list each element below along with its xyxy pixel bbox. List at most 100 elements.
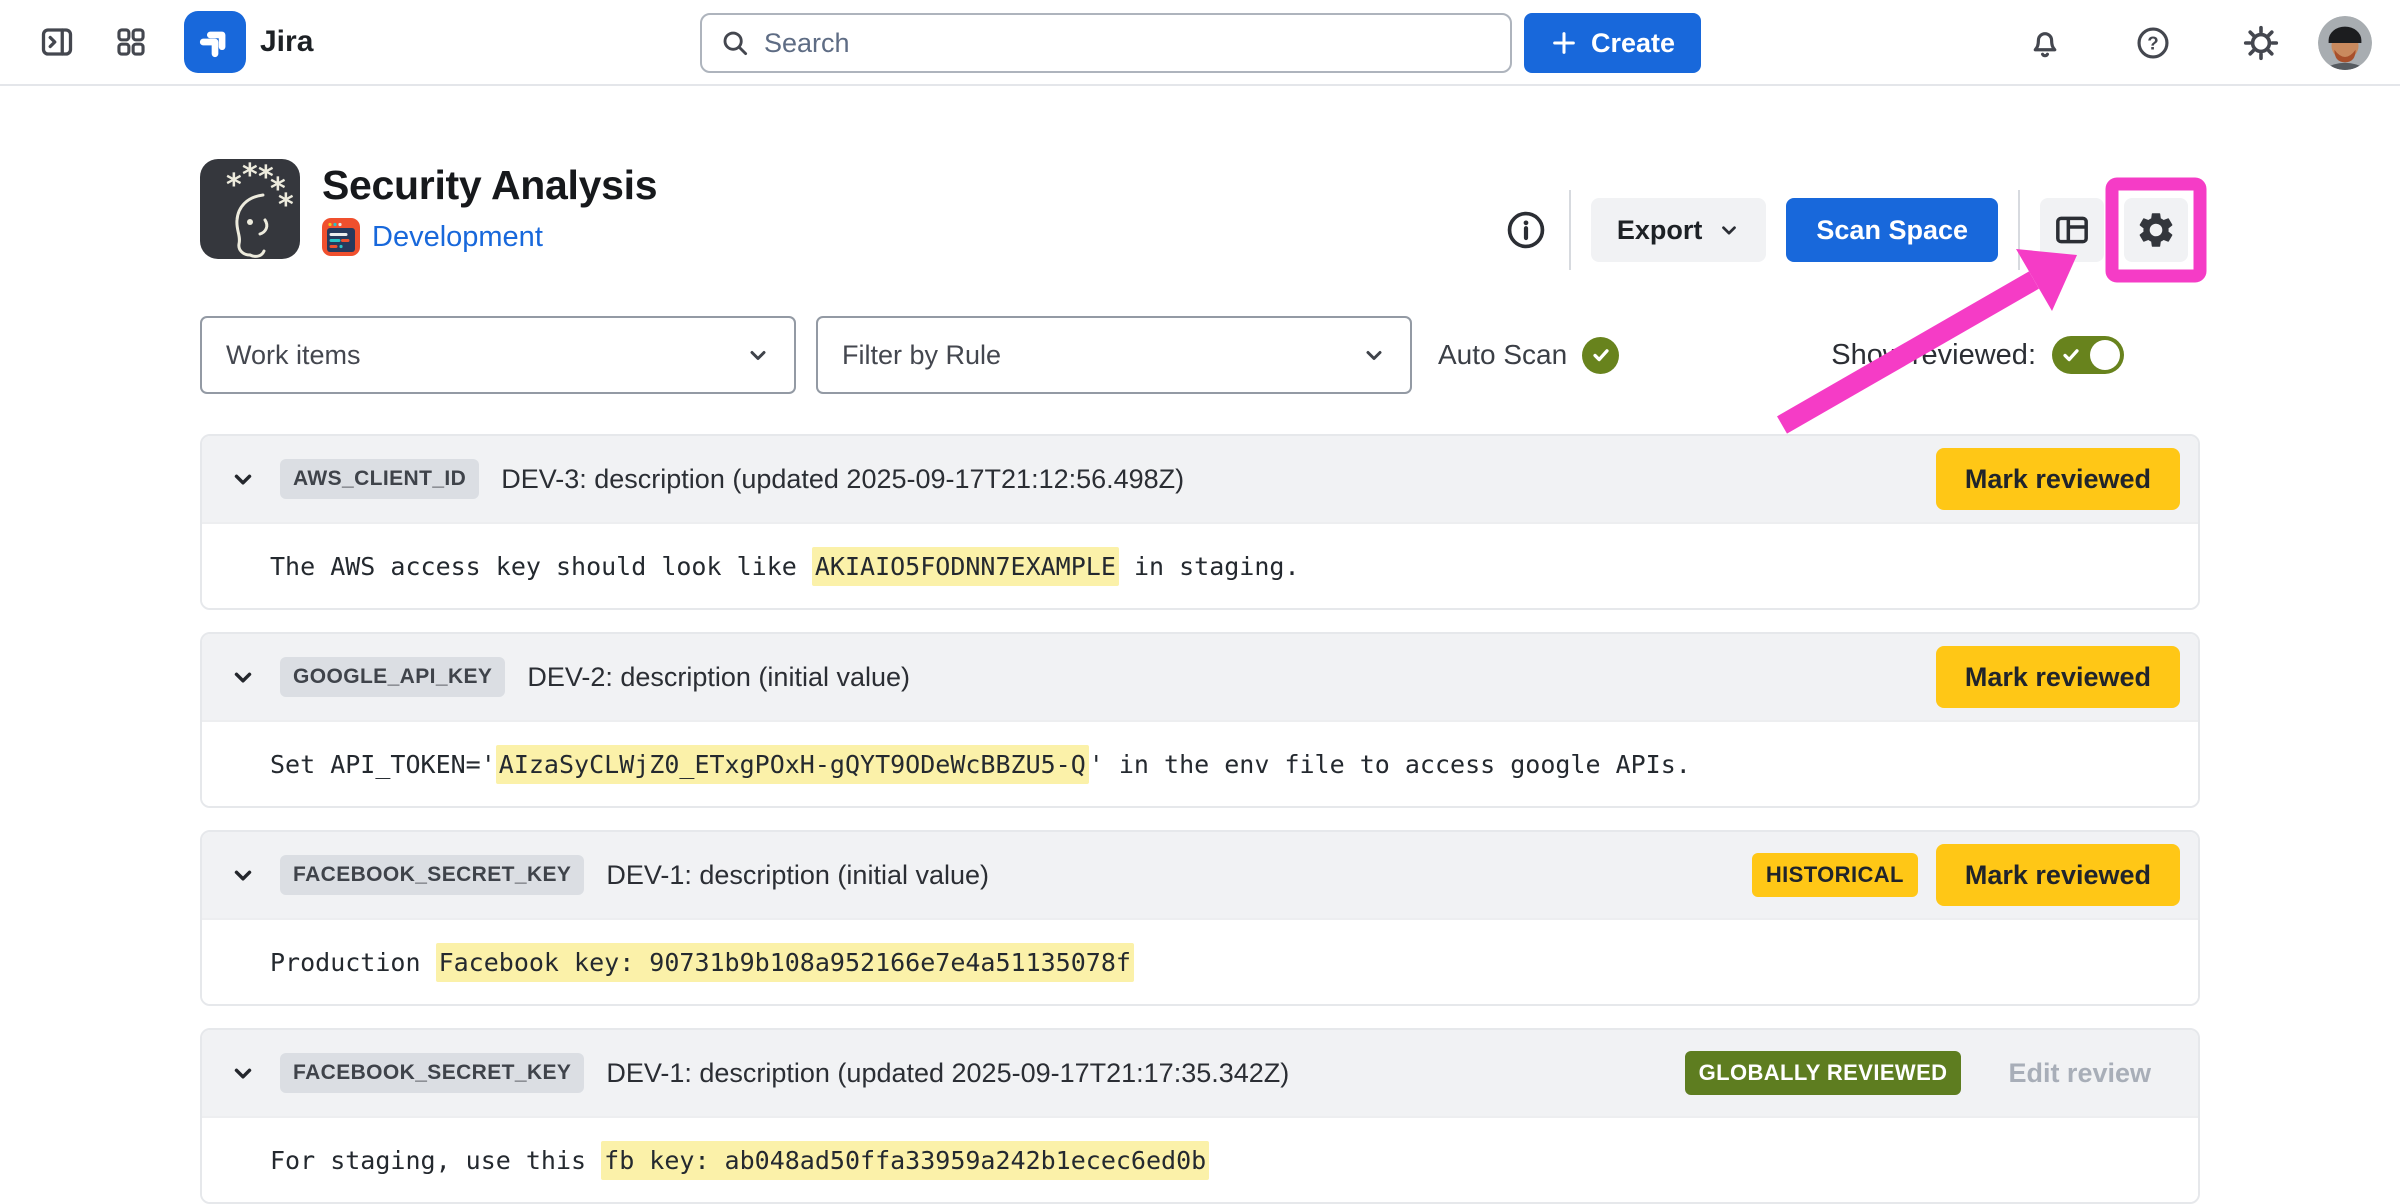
svg-text:*: * (242, 159, 258, 193)
avatar[interactable] (2318, 16, 2372, 70)
action-button[interactable]: Mark reviewed (1935, 646, 2180, 708)
finding-header: FACEBOOK_SECRET_KEY DEV-1: description (… (202, 832, 2198, 918)
body-post: ' in the env file to access google APIs. (1088, 749, 1691, 779)
header-actions: Export Scan Space (1503, 190, 2188, 270)
svg-text:*: * (226, 168, 242, 203)
divider (2018, 190, 2020, 270)
search-placeholder: Search (764, 27, 850, 58)
toggle-knob (2090, 340, 2120, 370)
secret-highlight: AKIAIO5FODNN7EXAMPLE (811, 546, 1119, 586)
body-text: The AWS access key should look like AKIA… (270, 546, 1300, 586)
status-tag: GLOBALLY REVIEWED (1684, 1051, 1962, 1095)
finding-card: AWS_CLIENT_ID DEV-3: description (update… (200, 434, 2200, 610)
settings-button[interactable] (2238, 20, 2284, 66)
work-items-label: Work items (226, 339, 361, 370)
breadcrumb: Development (322, 218, 657, 256)
chevron-down-icon (746, 343, 770, 367)
show-reviewed-toggle[interactable] (2052, 336, 2124, 374)
plus-icon (1550, 29, 1578, 57)
views-panel-button[interactable] (2040, 198, 2104, 262)
help-icon: ? (2135, 25, 2171, 61)
project-icon (322, 218, 360, 256)
export-button[interactable]: Export (1590, 198, 1767, 262)
bell-icon (2027, 25, 2063, 61)
body-post: in staging. (1118, 551, 1300, 581)
rule-badge: AWS_CLIENT_ID (280, 459, 480, 499)
body-text: Production Facebook key: 90731b9b108a952… (270, 942, 1134, 982)
page-settings-button[interactable] (2124, 198, 2188, 262)
chevron-down-icon[interactable] (228, 662, 258, 692)
finding-card: GOOGLE_API_KEY DEV-2: description (initi… (200, 632, 2200, 808)
info-button[interactable] (1503, 207, 1549, 253)
jira-logo-icon (195, 22, 235, 62)
filter-by-rule-select[interactable]: Filter by Rule (816, 316, 1412, 394)
finding-actions: HISTORICAL Mark reviewed (1751, 844, 2180, 906)
collapse-sidebar-icon (39, 24, 75, 60)
project-link[interactable]: Development (372, 221, 543, 254)
show-reviewed-label: Show reviewed: (1831, 338, 2036, 371)
show-reviewed-control: Show reviewed: (1831, 336, 2124, 374)
app-name: Jira (260, 25, 314, 58)
divider (1568, 190, 1571, 270)
finding-header: AWS_CLIENT_ID DEV-3: description (update… (202, 436, 2198, 522)
rule-badge: GOOGLE_API_KEY (280, 657, 506, 697)
chevron-down-icon[interactable] (228, 860, 258, 890)
finding-actions: GLOBALLY REVIEWED Edit review (1684, 1042, 2180, 1104)
auto-scan-status: Auto Scan (1438, 336, 1620, 374)
page-header: * * * * * Security Analysis Development … (200, 148, 2200, 270)
page-title: Security Analysis (322, 162, 658, 208)
chevron-down-icon[interactable] (228, 1058, 258, 1088)
title-block: Security Analysis Development (322, 162, 658, 256)
body-pre: Production (270, 947, 436, 977)
info-icon (1505, 209, 1547, 251)
finding-title: DEV-2: description (initial value) (527, 661, 910, 692)
help-button[interactable]: ? (2130, 20, 2176, 66)
collapse-sidebar-button[interactable] (34, 19, 80, 65)
jira-logo[interactable] (184, 11, 246, 73)
finding-body: Production Facebook key: 90731b9b108a952… (202, 918, 2198, 1004)
body-text: Set API_TOKEN=' AIzaSyCLWjZ0_ETxgPOxH-gQY… (270, 744, 1691, 784)
finding-title: DEV-1: description (updated 2025-09-17T2… (606, 1057, 1290, 1088)
views-panel-icon (2052, 210, 2092, 250)
chevron-down-icon (1362, 343, 1386, 367)
scan-space-button[interactable]: Scan Space (1786, 198, 1998, 262)
filter-by-rule-label: Filter by Rule (842, 339, 1002, 370)
finding-actions: Mark reviewed (1935, 448, 2180, 510)
findings-list: AWS_CLIENT_ID DEV-3: description (update… (200, 434, 2200, 1204)
notifications-button[interactable] (2022, 20, 2068, 66)
create-button[interactable]: Create (1524, 13, 1702, 73)
work-items-select[interactable]: Work items (200, 316, 796, 394)
secret-highlight: fb key: ab048ad50ffa33959a242b1ecec6ed0b (601, 1140, 1210, 1180)
finding-card: FACEBOOK_SECRET_KEY DEV-1: description (… (200, 1028, 2200, 1204)
rule-badge: FACEBOOK_SECRET_KEY (280, 855, 585, 895)
finding-body: The AWS access key should look like AKIA… (202, 522, 2198, 608)
finding-title: DEV-3: description (updated 2025-09-17T2… (501, 463, 1185, 494)
apps-grid-icon (114, 25, 148, 59)
action-button[interactable]: Mark reviewed (1935, 844, 2180, 906)
search-icon (720, 28, 750, 58)
svg-text:*: * (278, 188, 294, 223)
svg-text:?: ? (2147, 32, 2158, 53)
filters-row: Work items Filter by Rule Auto Scan Show… (200, 316, 2200, 394)
secret-highlight: Facebook key: 90731b9b108a952166e7e4a511… (435, 942, 1134, 982)
export-label: Export (1616, 214, 1703, 245)
status-tag: HISTORICAL (1751, 853, 1918, 897)
apps-grid-button[interactable] (108, 19, 154, 65)
topbar: Jira Search Create ? (0, 0, 2400, 86)
page: * * * * * Security Analysis Development … (0, 148, 2400, 1204)
finding-actions: Mark reviewed (1935, 646, 2180, 708)
body-pre: Set API_TOKEN=' (270, 749, 496, 779)
chevron-down-icon[interactable] (228, 464, 258, 494)
finding-body: Set API_TOKEN=' AIzaSyCLWjZ0_ETxgPOxH-gQY… (202, 720, 2198, 806)
chevron-down-icon (1718, 219, 1740, 241)
search-input[interactable]: Search (700, 13, 1512, 73)
body-pre: For staging, use this (270, 1145, 602, 1175)
body-text: For staging, use this fb key: ab048ad50f… (270, 1140, 1210, 1180)
action-button: Edit review (1979, 1042, 2180, 1104)
topbar-right: ? (2022, 0, 2372, 86)
check-circle-icon (1582, 336, 1620, 374)
action-button[interactable]: Mark reviewed (1935, 448, 2180, 510)
secret-highlight: AIzaSyCLWjZ0_ETxgPOxH-gQYT9ODeWcBBZU5-Q (495, 744, 1089, 784)
scan-space-label: Scan Space (1816, 214, 1968, 245)
finding-header: GOOGLE_API_KEY DEV-2: description (initi… (202, 634, 2198, 720)
